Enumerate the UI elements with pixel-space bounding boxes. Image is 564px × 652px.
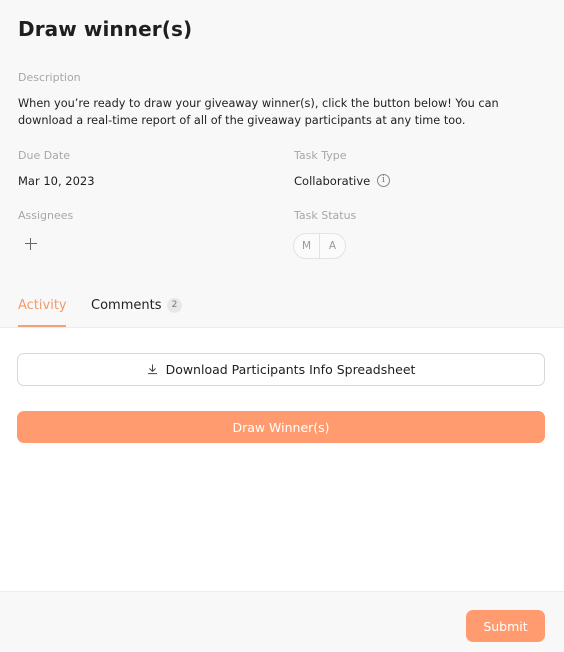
add-assignee-plus-icon[interactable] — [24, 237, 38, 251]
comments-count-badge: 2 — [167, 298, 182, 313]
due-date-label: Due Date — [18, 149, 70, 162]
assignees-label: Assignees — [18, 209, 74, 222]
description-text: When you’re ready to draw your giveaway … — [18, 97, 499, 127]
due-date-value: Mar 10, 2023 — [18, 174, 95, 188]
download-icon — [147, 364, 157, 375]
tab-activity[interactable]: Activity — [18, 298, 67, 313]
status-option-a[interactable]: A — [319, 234, 345, 258]
description-label: Description — [18, 71, 81, 84]
page-title: Draw winner(s) — [18, 17, 193, 41]
download-participants-button[interactable]: Download Participants Info Spreadsheet — [17, 353, 545, 386]
task-status-selector: M A — [293, 233, 346, 259]
draw-winners-button[interactable]: Draw Winner(s) — [17, 411, 545, 443]
tabs-divider — [0, 327, 564, 328]
task-type-label: Task Type — [294, 149, 347, 162]
submit-button-label: Submit — [483, 618, 528, 634]
status-option-m[interactable]: M — [294, 234, 319, 258]
task-type-value: Collaborative — [294, 174, 371, 188]
submit-button[interactable]: Submit — [466, 610, 545, 642]
draw-button-label: Draw Winner(s) — [232, 419, 330, 435]
download-button-label: Download Participants Info Spreadsheet — [165, 362, 416, 377]
tab-comments[interactable]: Comments — [91, 298, 161, 313]
task-status-label: Task Status — [294, 209, 357, 222]
info-icon[interactable]: i — [377, 174, 390, 187]
task-details-panel — [0, 0, 564, 328]
